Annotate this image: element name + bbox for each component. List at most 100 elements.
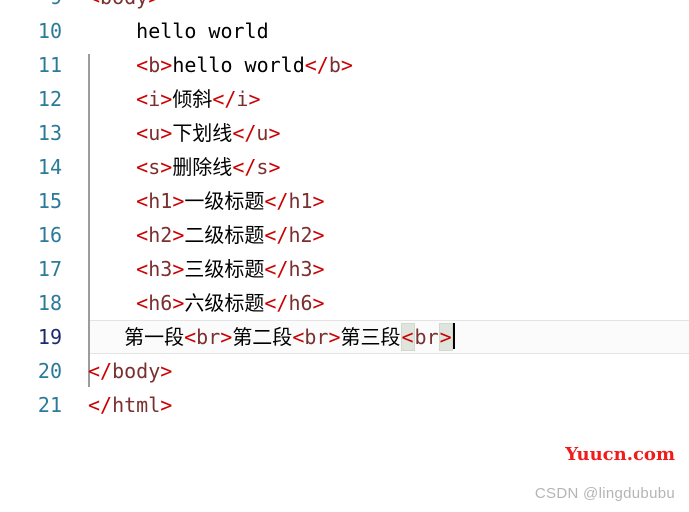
code-line[interactable]: 15 <h1>一级标题</h1> <box>0 184 689 218</box>
code-tokens: hello world <box>88 19 269 43</box>
code-line[interactable]: 17 <h3>三级标题</h3> <box>0 252 689 286</box>
line-number[interactable]: 15 <box>0 184 62 218</box>
token-bracket: </ <box>264 257 289 281</box>
token-cn: 下划线 <box>172 121 233 145</box>
token-bracket: < <box>136 189 149 213</box>
code-line-text[interactable]: <i>倾斜</i> <box>88 82 260 116</box>
token-tag: h1 <box>288 189 313 213</box>
token-bracket: < <box>136 121 149 145</box>
code-lines-container[interactable]: 9<body>10 hello world11 <b>hello world</… <box>0 0 689 422</box>
token-cn: 第一段 <box>124 325 185 349</box>
code-line[interactable]: 10 hello world <box>0 14 689 48</box>
code-line-text[interactable]: <h3>三级标题</h3> <box>88 252 324 286</box>
code-line[interactable]: 12 <i>倾斜</i> <box>0 82 689 116</box>
token-tag: s <box>256 155 269 179</box>
code-line-text[interactable]: hello world <box>88 14 269 48</box>
text-caret <box>452 323 455 349</box>
code-line-text[interactable]: 第一段<br>第二段<br>第三段<br> <box>88 320 455 354</box>
token-bracket: < <box>88 0 100 9</box>
token-bracket: < <box>292 325 305 349</box>
code-line-text[interactable]: </body> <box>88 354 172 388</box>
watermark-attribution: CSDN @lingdububu <box>534 485 675 502</box>
code-line[interactable]: 14 <s>删除线</s> <box>0 150 689 184</box>
code-line-text[interactable]: <h6>六级标题</h6> <box>88 286 324 320</box>
token-tag: u <box>256 121 269 145</box>
line-number[interactable]: 9 <box>0 0 62 14</box>
line-number[interactable]: 21 <box>0 388 62 422</box>
token-tag: h1 <box>148 189 173 213</box>
token-tag: i <box>236 87 249 111</box>
token-plain: hello world <box>136 19 269 43</box>
line-number[interactable]: 12 <box>0 82 62 116</box>
code-line[interactable]: 11 <b>hello world</b> <box>0 48 689 82</box>
token-cn: 六级标题 <box>184 291 265 315</box>
token-tag: u <box>148 121 161 145</box>
token-cn: 第三段 <box>340 325 401 349</box>
line-number[interactable]: 20 <box>0 354 62 388</box>
line-number[interactable]: 14 <box>0 150 62 184</box>
token-bracket: > <box>172 223 185 247</box>
token-tag: b <box>328 53 341 77</box>
token-tag: s <box>148 155 161 179</box>
code-line-text[interactable]: <h1>一级标题</h1> <box>88 184 324 218</box>
token-bracket: </ <box>88 359 113 383</box>
code-line-list[interactable]: 9<body>10 hello world11 <b>hello world</… <box>0 0 689 422</box>
code-line[interactable]: 9 <body> <box>0 0 689 14</box>
token-tag: h3 <box>148 257 173 281</box>
bracket-match-highlight: > <box>438 323 453 351</box>
token-bracket: > <box>160 359 173 383</box>
token-tag: h6 <box>288 291 313 315</box>
token-bracket: > <box>172 291 185 315</box>
code-line-text[interactable]: <u>下划线</u> <box>88 116 280 150</box>
token-bracket: < <box>136 87 149 111</box>
token-bracket: < <box>136 223 149 247</box>
code-editor[interactable]: 9<body>10 hello world11 <b>hello world</… <box>0 0 689 512</box>
code-line-text[interactable]: <s>删除线</s> <box>88 150 280 184</box>
code-tokens: <s>删除线</s> <box>88 155 280 179</box>
code-line[interactable]: 21 </html> <box>0 388 689 422</box>
code-line[interactable]: 13 <u>下划线</u> <box>0 116 689 150</box>
token-tag: h2 <box>148 223 173 247</box>
code-line[interactable]: 19 第一段<br>第二段<br>第三段<br> <box>0 320 689 354</box>
token-bracket: > <box>172 189 185 213</box>
code-line[interactable]: 16 <h2>二级标题</h2> <box>0 218 689 252</box>
line-number[interactable]: 16 <box>0 218 62 252</box>
token-bracket: > <box>160 393 173 417</box>
line-number[interactable]: 17 <box>0 252 62 286</box>
token-tag: h3 <box>288 257 313 281</box>
line-number[interactable]: 11 <box>0 48 62 82</box>
token-bracket: > <box>160 87 173 111</box>
code-line[interactable]: 18 <h6>六级标题</h6> <box>0 286 689 320</box>
token-cn: 删除线 <box>172 155 233 179</box>
line-number[interactable]: 10 <box>0 14 62 48</box>
token-bracket: > <box>148 0 160 9</box>
code-line-text[interactable]: <body> <box>88 0 160 14</box>
token-bracket: < <box>136 291 149 315</box>
token-bracket: < <box>136 257 149 281</box>
token-bracket: </ <box>232 155 257 179</box>
token-tag: b <box>148 53 161 77</box>
line-number[interactable]: 13 <box>0 116 62 150</box>
token-bracket: </ <box>212 87 237 111</box>
code-line-text[interactable]: <b>hello world</b> <box>88 48 353 82</box>
token-bracket: </ <box>264 291 289 315</box>
token-bracket: > <box>328 325 341 349</box>
code-line[interactable]: 20 </body> <box>0 354 689 388</box>
token-plain: hello world <box>172 53 305 77</box>
code-tokens: <i>倾斜</i> <box>88 87 260 111</box>
code-line-text[interactable]: <h2>二级标题</h2> <box>88 218 324 252</box>
token-tag: br <box>414 325 439 349</box>
token-cn: 一级标题 <box>184 189 265 213</box>
line-number[interactable]: 19 <box>0 320 62 354</box>
code-line-text[interactable]: </html> <box>88 388 172 422</box>
line-number[interactable]: 18 <box>0 286 62 320</box>
code-tokens: 第一段<br>第二段<br>第三段<br> <box>88 323 455 351</box>
token-tag: h2 <box>288 223 313 247</box>
code-tokens: <h3>三级标题</h3> <box>88 257 324 281</box>
token-tag: br <box>304 325 329 349</box>
token-cn: 三级标题 <box>184 257 265 281</box>
